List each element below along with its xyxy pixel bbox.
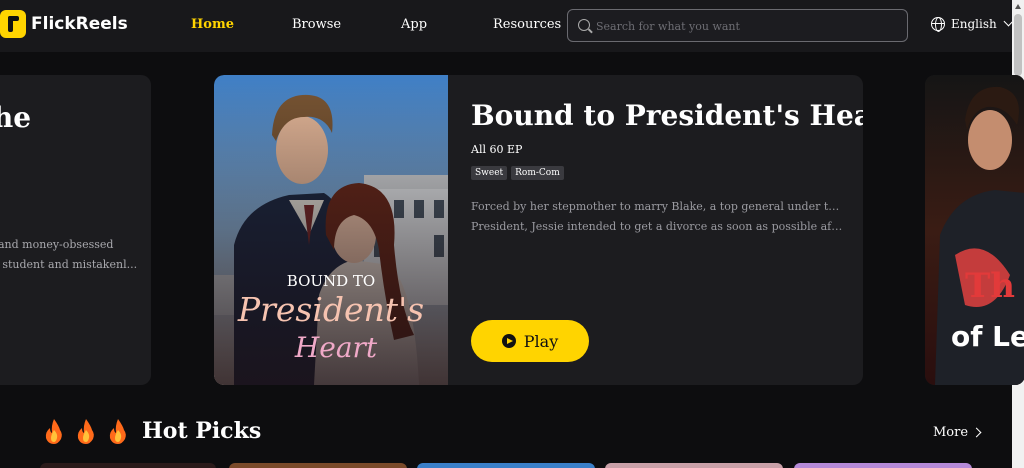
featured-title[interactable]: Bound to President's Heart [471, 99, 863, 132]
play-icon [501, 334, 516, 348]
tag-sweet[interactable]: Sweet [471, 166, 508, 180]
hot-picks-title: Hot Picks [142, 418, 262, 444]
nav-resources-label: Resources [493, 17, 562, 32]
previous-desc-line: and money-obsessed [0, 238, 114, 251]
play-label: Play [523, 331, 559, 351]
tag-rom-com[interactable]: Rom-Com [511, 166, 564, 180]
poster-text-line2: President's [237, 290, 424, 329]
logo[interactable]: FlickReels [0, 10, 128, 38]
search-input[interactable] [596, 16, 896, 36]
search-icon [578, 19, 590, 31]
featured-poster[interactable]: BOUND TO President's Heart [214, 75, 448, 385]
hot-picks-heading: Hot Picks [44, 418, 261, 444]
description-line: Forced by her stepmother to marry Blake,… [471, 200, 843, 213]
hot-pick-thumbnail[interactable] [794, 463, 972, 468]
description-line: President, Jessie intended to get a divo… [471, 220, 843, 233]
fire-icon [45, 419, 62, 444]
nav-resources[interactable]: Resources [493, 16, 578, 32]
poster-image: BOUND TO President's Heart [214, 75, 448, 385]
carousel-card-previous[interactable]: the and money-obsessed her student and m… [0, 75, 151, 385]
previous-card-description: and money-obsessed her student and mista… [0, 235, 148, 275]
scroll-thumb[interactable] [1014, 14, 1022, 76]
language-selector[interactable]: English [931, 16, 1014, 32]
next-poster-text-line1: Th [965, 266, 1015, 306]
next-poster-text-line2: of Le [951, 320, 1024, 353]
carousel-card-featured: BOUND TO President's Heart Bound to Pres… [214, 75, 863, 385]
nav-home[interactable]: Home [191, 17, 234, 32]
play-button[interactable]: Play [471, 320, 589, 362]
top-header: FlickReels Home Browse App Resources Eng… [0, 0, 1014, 52]
globe-icon [931, 17, 945, 32]
fire-icon [109, 419, 126, 444]
previous-card-title: the [0, 101, 32, 134]
fire-icon [77, 419, 94, 444]
poster-text-line3: Heart [294, 331, 378, 364]
featured-description: Forced by her stepmother to marry Blake,… [471, 197, 843, 237]
logo-text: FlickReels [31, 14, 128, 34]
language-label: English [951, 17, 997, 31]
previous-desc-line: her student and mistakenl... [0, 258, 138, 271]
more-link[interactable]: More [933, 425, 982, 440]
nav-browse[interactable]: Browse [292, 17, 341, 32]
scroll-up-arrow-icon[interactable] [1015, 4, 1021, 9]
episode-count: All 60 EP [471, 143, 523, 156]
poster-text-line1: BOUND TO [287, 272, 375, 290]
flickreels-logo-icon [0, 10, 26, 38]
carousel-card-next[interactable]: Th of Le [925, 75, 1024, 385]
search-box[interactable] [567, 9, 908, 42]
nav-app[interactable]: App [401, 17, 427, 32]
hot-pick-thumbnail[interactable] [605, 463, 783, 468]
more-label: More [933, 425, 969, 440]
chevron-right-icon [971, 427, 982, 438]
tag-list: Sweet Rom-Com [471, 166, 564, 180]
hot-pick-thumbnail[interactable] [229, 463, 407, 468]
hot-pick-thumbnail[interactable] [417, 463, 595, 468]
next-poster-image: Th of Le [925, 75, 1024, 385]
hot-pick-thumbnail[interactable] [40, 463, 216, 468]
